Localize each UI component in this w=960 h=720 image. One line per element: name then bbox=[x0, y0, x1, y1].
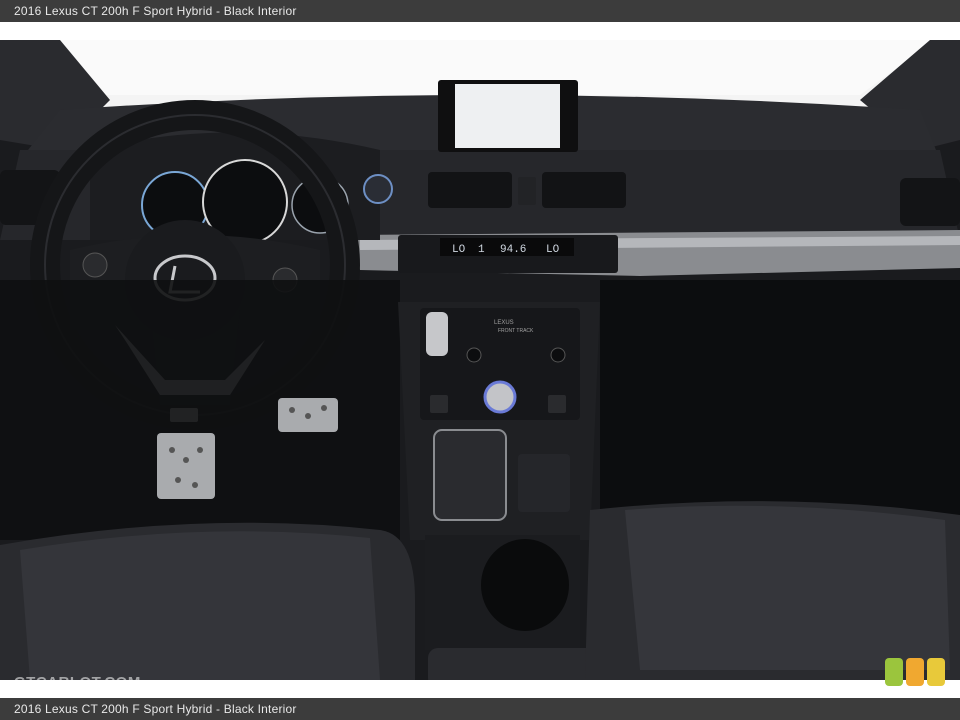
tune-knob bbox=[550, 347, 566, 363]
cupholder bbox=[481, 539, 569, 631]
watermark: GTCARLOT.COM bbox=[14, 674, 141, 691]
climate-fan-level: 1 bbox=[478, 244, 485, 256]
climate-right-temp: LO bbox=[546, 244, 560, 256]
console-tray bbox=[518, 454, 570, 512]
volume-knob bbox=[466, 347, 482, 363]
remote-touch-controller bbox=[483, 380, 517, 414]
page-title: 2016 Lexus CT 200h F Sport Hybrid - Blac… bbox=[0, 0, 960, 22]
interior-photo: LO 1 94.6 LO LEXUS FRONT TRACK bbox=[0, 40, 960, 680]
console-brand-label: LEXUS bbox=[494, 320, 514, 326]
site-logo-green-block bbox=[885, 658, 903, 686]
climate-left-temp: LO bbox=[452, 244, 466, 256]
shift-lever bbox=[426, 312, 448, 356]
accelerator-pedal bbox=[157, 433, 215, 499]
radio-frequency: 94.6 bbox=[500, 244, 526, 256]
infotainment-screen bbox=[438, 80, 578, 152]
brake-pedal bbox=[278, 398, 338, 432]
hazard-button bbox=[518, 177, 536, 205]
center-vent-left bbox=[428, 172, 512, 208]
center-vent-right bbox=[542, 172, 626, 208]
steering-left-control bbox=[82, 252, 108, 278]
console-storage-lid bbox=[433, 429, 507, 521]
right-vent bbox=[900, 178, 960, 226]
site-logo-yellow-block bbox=[927, 658, 945, 686]
start-button bbox=[363, 174, 393, 204]
photo-caption: 2016 Lexus CT 200h F Sport Hybrid - Blac… bbox=[0, 698, 960, 720]
drive-mode-label: FRONT TRACK bbox=[498, 328, 534, 334]
site-logo-orange-block bbox=[906, 658, 924, 686]
footwell bbox=[0, 280, 400, 540]
